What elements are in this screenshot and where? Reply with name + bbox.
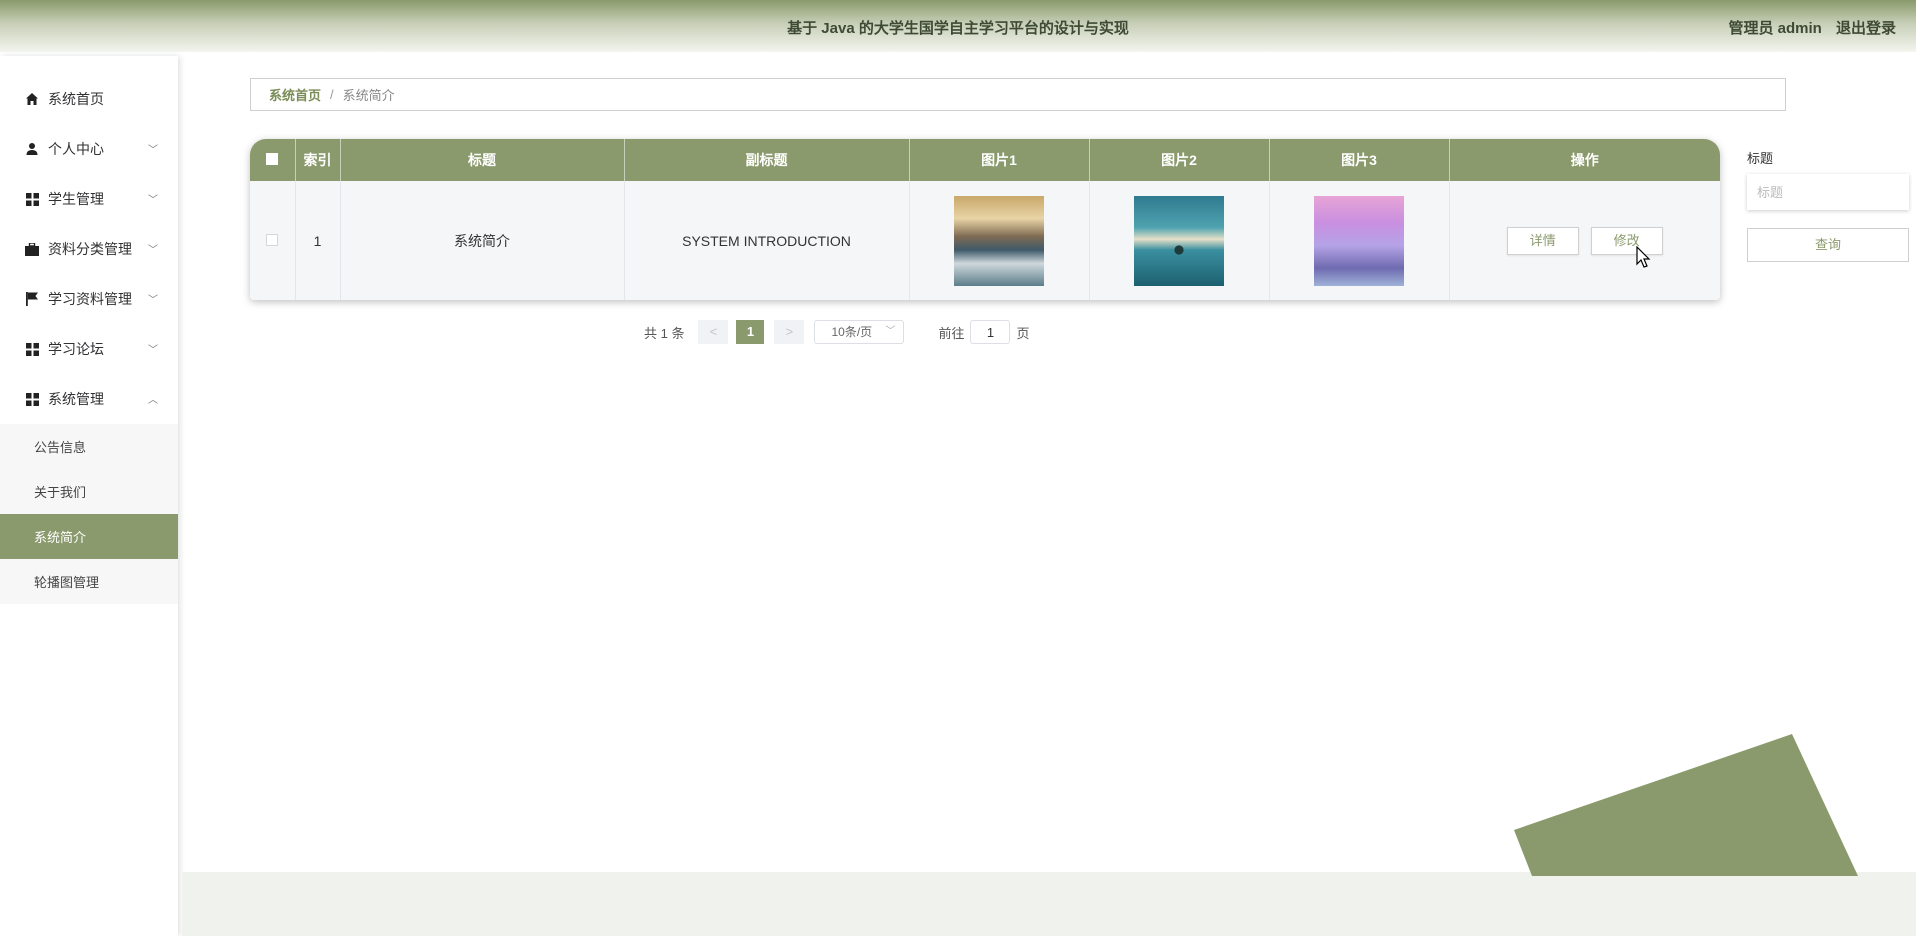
decorative-shape — [1514, 734, 1858, 876]
sidebar-item-home[interactable]: 系统首页 — [0, 74, 178, 124]
breadcrumb-home-link[interactable]: 系统首页 — [269, 85, 321, 104]
search-button[interactable]: 查询 — [1747, 228, 1909, 262]
table-row: 1 系统简介 SYSTEM INTRODUCTION 详情 修改 — [250, 181, 1720, 300]
next-page-button[interactable]: > — [774, 320, 805, 344]
page-suffix-label: 页 — [1016, 325, 1030, 341]
sidebar-item-label: 系统首页 — [48, 91, 104, 107]
app-title: 基于 Java 的大学生国学自主学习平台的设计与实现 — [787, 20, 1129, 37]
bottom-background-band — [182, 872, 1916, 936]
page-size-select[interactable]: 10条/页 ﹀ — [814, 320, 905, 344]
grid-icon — [24, 341, 40, 357]
header-user-area: 管理员 admin 退出登录 — [1718, 17, 1896, 38]
cell-actions: 详情 修改 — [1449, 181, 1720, 300]
breadcrumb: 系统首页 / 系统简介 — [250, 78, 1786, 111]
column-header-title: 标题 — [340, 139, 625, 181]
chevron-up-icon: ︿ — [148, 395, 158, 406]
chevron-down-icon: ﹀ — [148, 145, 158, 156]
submenu-item-system-intro[interactable]: 系统简介 — [0, 514, 178, 559]
select-all-header — [250, 139, 296, 181]
cell-index: 1 — [295, 181, 341, 300]
user-icon — [24, 141, 40, 157]
column-header-index: 索引 — [295, 139, 341, 181]
chevron-down-icon: ﹀ — [885, 326, 896, 337]
chevron-down-icon: ﹀ — [148, 345, 158, 356]
breadcrumb-current: 系统简介 — [342, 88, 395, 103]
column-header-image2: 图片2 — [1089, 139, 1270, 181]
cell-image3 — [1269, 181, 1450, 300]
sidebar-item-category-management[interactable]: 资料分类管理 ﹀ — [0, 224, 178, 274]
column-header-subtitle: 副标题 — [624, 139, 910, 181]
grid-icon — [24, 191, 40, 207]
sidebar-item-label: 学习论坛 — [48, 341, 104, 357]
sidebar-item-forum[interactable]: 学习论坛 ﹀ — [0, 324, 178, 374]
search-title-input[interactable] — [1747, 174, 1909, 210]
cell-title: 系统简介 — [340, 181, 625, 300]
breadcrumb-separator: / — [330, 87, 334, 102]
top-header: 基于 Java 的大学生国学自主学习平台的设计与实现 管理员 admin 退出登… — [0, 0, 1916, 52]
chevron-down-icon: ﹀ — [148, 245, 158, 256]
current-user-label: 管理员 admin — [1728, 20, 1822, 37]
grid-icon — [24, 391, 40, 407]
city-skyline-thumbnail[interactable] — [1314, 195, 1404, 286]
goto-label: 前往 — [938, 325, 965, 341]
column-header-image3: 图片3 — [1269, 139, 1450, 181]
sidebar-item-student-management[interactable]: 学生管理 ﹀ — [0, 174, 178, 224]
page-number-button[interactable]: 1 — [736, 320, 765, 344]
logout-link[interactable]: 退出登录 — [1836, 20, 1896, 37]
lighthouse-thumbnail[interactable] — [1134, 195, 1224, 286]
cell-image1 — [909, 181, 1090, 300]
cell-subtitle: SYSTEM INTRODUCTION — [624, 181, 910, 300]
chevron-down-icon: ﹀ — [148, 195, 158, 206]
select-all-checkbox[interactable] — [266, 153, 279, 165]
sidebar-item-system-management[interactable]: 系统管理 ︿ — [0, 374, 178, 424]
submenu-item-about-us[interactable]: 关于我们 — [0, 469, 178, 514]
system-submenu: 公告信息 关于我们 系统简介 轮播图管理 — [0, 424, 178, 604]
data-table: 索引 标题 副标题 图片1 图片2 图片3 操作 1 系统简介 SYSTEM I… — [250, 139, 1720, 300]
briefcase-icon — [24, 241, 40, 257]
column-header-image1: 图片1 — [909, 139, 1090, 181]
sidebar-item-label: 学习资料管理 — [48, 291, 132, 307]
sidebar-item-material-management[interactable]: 学习资料管理 ﹀ — [0, 274, 178, 324]
submenu-item-carousel[interactable]: 轮播图管理 — [0, 559, 178, 604]
chevron-down-icon: ﹀ — [148, 295, 158, 306]
row-checkbox[interactable] — [266, 233, 279, 246]
pagination-total: 共 1 条 — [644, 325, 685, 341]
pagination: 共 1 条 < 1 > 10条/页 ﹀ 前往 页 — [644, 320, 1030, 344]
sidebar: 系统首页 个人中心 ﹀ 学生管理 ﹀ 资料分类管理 ﹀ 学习资料管理 ﹀ 学习论… — [0, 56, 178, 936]
prev-page-button[interactable]: < — [698, 320, 729, 344]
cell-image2 — [1089, 181, 1270, 300]
column-header-actions: 操作 — [1449, 139, 1720, 181]
home-icon — [24, 91, 40, 107]
submenu-item-notices[interactable]: 公告信息 — [0, 424, 178, 469]
flag-icon — [24, 291, 40, 307]
search-title-label: 标题 — [1747, 151, 1774, 166]
sidebar-item-label: 系统管理 — [48, 391, 104, 407]
sidebar-item-label: 个人中心 — [48, 141, 104, 157]
page-size-value: 10条/页 — [831, 325, 873, 339]
goto-page-input[interactable] — [970, 320, 1011, 344]
mouse-cursor-icon — [1636, 246, 1651, 268]
sidebar-item-personal-center[interactable]: 个人中心 ﹀ — [0, 124, 178, 174]
row-select-cell — [250, 181, 296, 300]
detail-button[interactable]: 详情 — [1506, 226, 1579, 255]
table-header-row: 索引 标题 副标题 图片1 图片2 图片3 操作 — [250, 139, 1720, 181]
sidebar-item-label: 资料分类管理 — [48, 241, 132, 257]
coastline-thumbnail[interactable] — [954, 195, 1044, 286]
sidebar-item-label: 学生管理 — [48, 191, 104, 207]
